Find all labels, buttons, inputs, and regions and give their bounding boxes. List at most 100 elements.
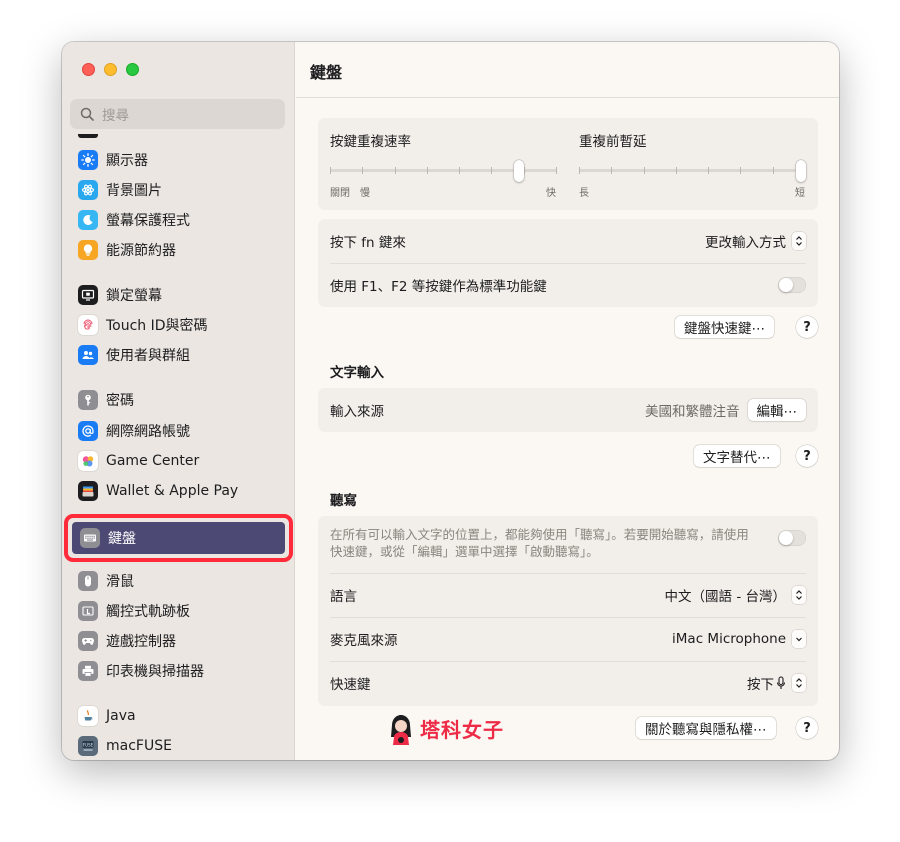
sidebar-item-keyboard[interactable]: 鍵盤 xyxy=(72,522,285,554)
input-sources-row: 輸入來源 美國和繁體注音 編輯⋯ xyxy=(318,388,818,432)
sidebar-item-label: 密碼 xyxy=(106,393,134,409)
java-icon xyxy=(78,706,98,726)
text-input-card: 輸入來源 美國和繁體注音 編輯⋯ xyxy=(318,388,818,432)
key-repeat-min-label: 關閉 xyxy=(330,188,350,199)
sidebar-item-internet-accounts[interactable]: 網際網路帳號 xyxy=(78,419,283,443)
sidebar: 搜尋 顯示器 背景圖片 螢幕保護程式 能源節約器 鎖定螢幕 Touch ID與密… xyxy=(62,42,295,760)
sidebar-item-partial xyxy=(78,134,98,138)
dictation-shortcut-row: 快速鍵 按下 xyxy=(318,661,818,705)
f-keys-toggle[interactable] xyxy=(778,277,806,293)
slider-tick xyxy=(644,167,645,174)
slider-knob[interactable] xyxy=(796,160,806,182)
sidebar-item-users-groups[interactable]: 使用者與群組 xyxy=(78,343,283,367)
sidebar-item-wallet[interactable]: Wallet & Apple Pay xyxy=(78,479,283,503)
watermark: 塔科女子 xyxy=(388,711,504,745)
sidebar-item-trackpad[interactable]: 觸控式軌跡板 xyxy=(78,599,283,623)
gamepad-icon xyxy=(78,631,98,651)
help-button[interactable]: ? xyxy=(796,445,818,467)
macfuse-icon: FUSE xyxy=(78,736,98,756)
sidebar-item-energy-saver[interactable]: 能源節約器 xyxy=(78,238,283,262)
sidebar-item-printers[interactable]: 印表機與掃描器 xyxy=(78,659,283,683)
slider-tick xyxy=(459,167,460,174)
sidebar-item-lock-screen[interactable]: 鎖定螢幕 xyxy=(78,283,283,307)
sidebar-item-label: 鎖定螢幕 xyxy=(106,288,162,304)
sidebar-item-label: Java xyxy=(106,708,136,724)
repeat-settings-card: 按鍵重複速率 重複前暫延 關閉 慢 快 長 短 xyxy=(318,118,818,210)
sidebar-item-label: 遊戲控制器 xyxy=(106,634,176,650)
sidebar-item-mouse[interactable]: 滑鼠 xyxy=(78,569,283,593)
chevron-updown-icon xyxy=(792,232,806,250)
f-keys-label: 使用 F1、F2 等按鍵作為標準功能鍵 xyxy=(330,279,547,295)
dictation-shortcut-popup[interactable]: 按下 xyxy=(747,673,806,693)
dictation-heading: 聽寫 xyxy=(330,493,357,509)
slider-tick xyxy=(579,167,580,174)
slider-tick xyxy=(676,167,677,174)
zoom-button[interactable] xyxy=(126,63,139,76)
slider-tick xyxy=(395,167,396,174)
sidebar-item-label: Touch ID與密碼 xyxy=(106,318,208,334)
repeat-delay-slider[interactable] xyxy=(579,160,806,182)
microphone-source-row: 麥克風來源 iMac Microphone xyxy=(318,617,818,661)
fingerprint-icon xyxy=(78,315,98,335)
dictation-toggle[interactable] xyxy=(778,530,806,546)
main-pane: 鍵盤 按鍵重複速率 重複前暫延 關閉 慢 快 長 短 按下 fn 鍵來 更改輸入… xyxy=(296,42,839,760)
search-input[interactable]: 搜尋 xyxy=(70,99,285,129)
function-keys-card: 按下 fn 鍵來 更改輸入方式 使用 F1、F2 等按鍵作為標準功能鍵 xyxy=(318,219,818,307)
text-replacements-button[interactable]: 文字替代⋯ xyxy=(694,445,780,467)
input-sources-value: 美國和繁體注音 xyxy=(645,404,740,420)
slider-tick xyxy=(708,167,709,174)
about-dictation-privacy-button[interactable]: 關於聽寫與隱私權⋯ xyxy=(636,717,776,739)
sidebar-item-game-controllers[interactable]: 遊戲控制器 xyxy=(78,629,283,653)
sidebar-item-label: Game Center xyxy=(106,453,200,469)
sidebar-item-label: macFUSE xyxy=(106,738,172,754)
dictation-card: 在所有可以輸入文字的位置上，都能夠使用「聽寫」。若要開始聽寫，請使用快速鍵，或從… xyxy=(318,516,818,706)
slider-knob[interactable] xyxy=(514,160,524,182)
slider-tick xyxy=(556,167,557,174)
sidebar-item-display[interactable]: 顯示器 xyxy=(78,148,283,172)
sidebar-item-label: 能源節約器 xyxy=(106,243,176,259)
edit-input-sources-button[interactable]: 編輯⋯ xyxy=(747,399,806,421)
slider-tick xyxy=(491,167,492,174)
fn-key-popup[interactable]: 更改輸入方式 xyxy=(705,231,806,251)
help-button[interactable]: ? xyxy=(796,316,818,338)
slider-tick xyxy=(740,167,741,174)
microphone-icon xyxy=(776,676,786,689)
keyboard-shortcuts-button[interactable]: 鍵盤快速鍵⋯ xyxy=(675,316,774,338)
repeat-delay-label: 重複前暫延 xyxy=(579,134,647,150)
minimize-button[interactable] xyxy=(104,63,117,76)
key-repeat-slider[interactable] xyxy=(330,160,557,182)
sidebar-item-game-center[interactable]: Game Center xyxy=(78,449,283,473)
users-icon xyxy=(78,345,98,365)
watermark-avatar-icon xyxy=(391,715,411,745)
sidebar-item-touch-id[interactable]: Touch ID與密碼 xyxy=(78,313,283,337)
microphone-source-popup[interactable]: iMac Microphone xyxy=(672,630,806,648)
slider-tick xyxy=(611,167,612,174)
sidebar-item-wallpaper[interactable]: 背景圖片 xyxy=(78,178,283,202)
at-icon xyxy=(78,421,98,441)
help-button[interactable]: ? xyxy=(796,717,818,739)
keyboard-icon xyxy=(80,528,100,548)
slider-tick xyxy=(524,167,525,174)
dictation-language-popup[interactable]: 中文（國語 - 台灣） xyxy=(665,585,806,605)
f-keys-row: 使用 F1、F2 等按鍵作為標準功能鍵 xyxy=(318,263,818,307)
microphone-source-label: 麥克風來源 xyxy=(330,633,398,649)
sidebar-item-screensaver[interactable]: 螢幕保護程式 xyxy=(78,208,283,232)
mouse-icon xyxy=(78,571,98,591)
sidebar-item-label: 使用者與群組 xyxy=(106,348,190,364)
sidebar-item-macfuse[interactable]: FUSE macFUSE xyxy=(78,734,283,758)
chevron-updown-icon xyxy=(792,586,806,604)
traffic-lights xyxy=(82,63,139,76)
sidebar-item-java[interactable]: Java xyxy=(78,704,283,728)
sidebar-item-passwords[interactable]: 密碼 xyxy=(78,388,283,412)
screensaver-icon xyxy=(78,210,98,230)
fn-key-row: 按下 fn 鍵來 更改輸入方式 xyxy=(318,219,818,263)
close-button[interactable] xyxy=(82,63,95,76)
dictation-shortcut-value: 按下 xyxy=(747,677,774,693)
slider-tick xyxy=(427,167,428,174)
dictation-shortcut-label: 快速鍵 xyxy=(330,677,371,693)
wallpaper-icon xyxy=(78,180,98,200)
lightbulb-icon xyxy=(78,240,98,260)
search-placeholder: 搜尋 xyxy=(102,108,129,124)
text-input-heading: 文字輸入 xyxy=(330,365,384,381)
repeat-delay-min-label: 長 xyxy=(579,188,589,199)
